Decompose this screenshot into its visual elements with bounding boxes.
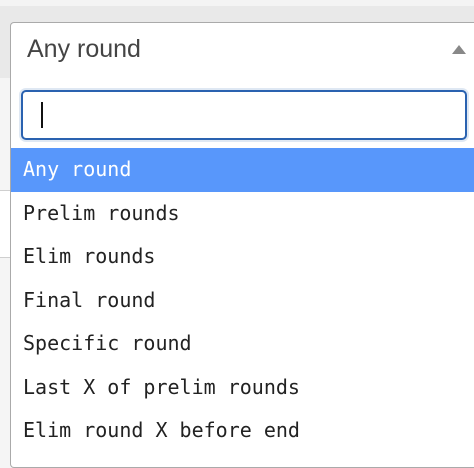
- round-select-value: Any round: [27, 35, 141, 63]
- option-prelim-rounds[interactable]: Prelim rounds: [11, 192, 474, 236]
- search-wrapper: [21, 90, 467, 140]
- round-select[interactable]: Any round: [10, 22, 474, 76]
- search-input[interactable]: [21, 90, 467, 140]
- option-final-round[interactable]: Final round: [11, 279, 474, 323]
- option-elim-rounds[interactable]: Elim rounds: [11, 235, 474, 279]
- option-last-x-prelim[interactable]: Last X of prelim rounds: [11, 366, 474, 410]
- round-dropdown: Any round Prelim rounds Elim rounds Fina…: [10, 76, 474, 468]
- caret-up-icon: [452, 45, 466, 54]
- option-elim-x-before-end[interactable]: Elim round X before end: [11, 409, 474, 453]
- page-header-strip: [0, 0, 474, 6]
- option-specific-round[interactable]: Specific round: [11, 322, 474, 366]
- options-list: Any round Prelim rounds Elim rounds Fina…: [11, 148, 474, 453]
- text-cursor: [41, 102, 43, 128]
- option-any-round[interactable]: Any round: [11, 148, 474, 192]
- page: Any round Any round Prelim rounds Elim r…: [0, 0, 474, 468]
